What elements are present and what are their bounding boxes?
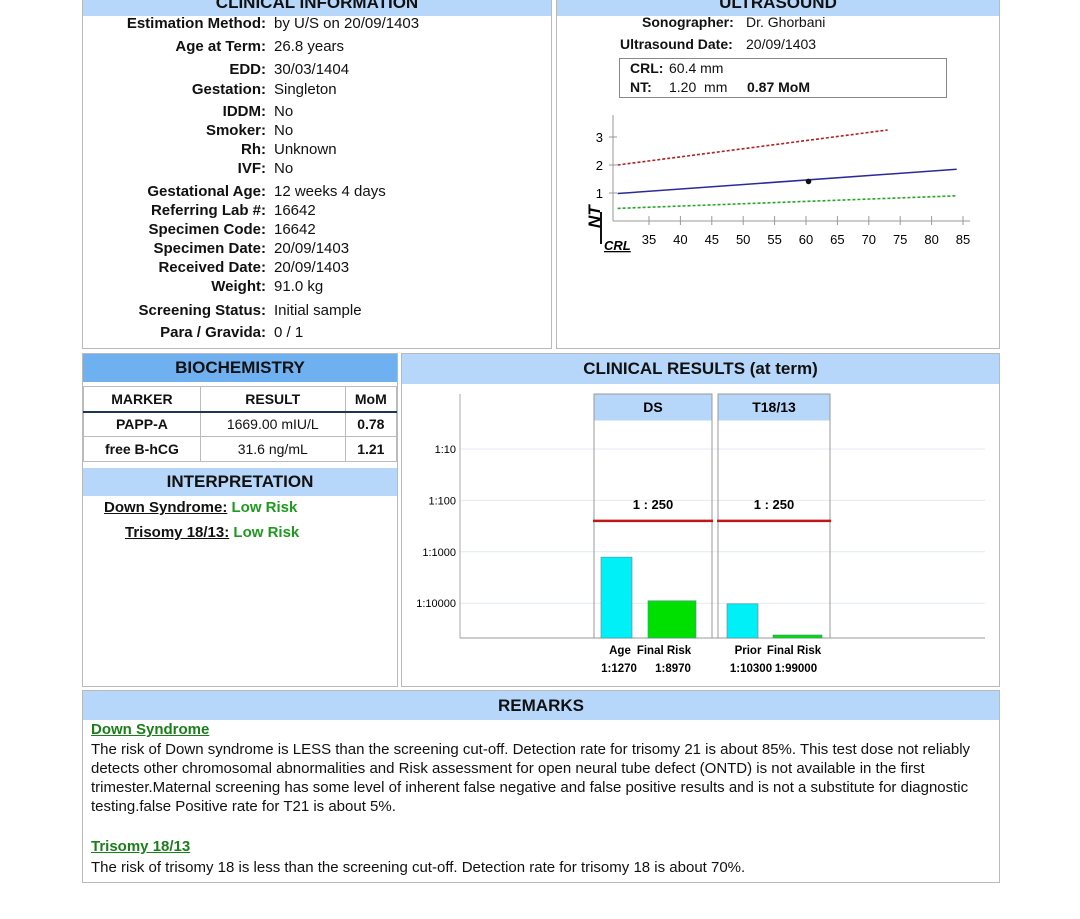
risk-bar (600, 556, 633, 639)
risk-bar (726, 603, 759, 639)
remark-heading-trisomy: Trisomy 18/13 (91, 838, 191, 855)
risk-panel (717, 393, 831, 639)
y-tick-label: 1:1000 (422, 547, 456, 559)
bar-value-label: 1:10300 (730, 663, 772, 675)
remark-text-trisomy: The risk of trisomy 18 is less than the … (91, 859, 746, 876)
risk-bar (647, 600, 697, 639)
risk-chart: 1:10 1:100 1:1000 1:10000 DS 1 : 250 Age Final … (416, 393, 985, 675)
bar-label: Prior (735, 645, 762, 657)
remarks-header: REMARKS (83, 691, 999, 720)
bar-value-label: 1:1270 (601, 663, 637, 675)
risk-panel-title: T18/13 (752, 399, 796, 415)
risk-panel-title: DS (643, 399, 662, 415)
cutoff-label: 1 : 250 (754, 497, 794, 512)
remarks-panel: REMARKS Down Syndrome The risk of Down s… (82, 690, 1000, 883)
bar-value-label: 1:8970 (655, 663, 691, 675)
bar-value-label: 1:99000 (775, 663, 817, 675)
y-tick-label: 1:100 (428, 495, 456, 507)
y-tick-label: 1:10000 (416, 598, 456, 610)
bar-label: Final Risk (767, 645, 822, 657)
remark-text-down-syndrome: The risk of Down syndrome is LESS than t… (91, 741, 971, 815)
risk-bar (772, 634, 823, 639)
bar-label: Age (609, 645, 631, 657)
cutoff-label: 1 : 250 (633, 497, 673, 512)
remark-heading-down-syndrome: Down Syndrome (91, 721, 210, 738)
y-tick-label: 1:10 (435, 444, 456, 456)
bar-label: Final Risk (637, 645, 692, 657)
